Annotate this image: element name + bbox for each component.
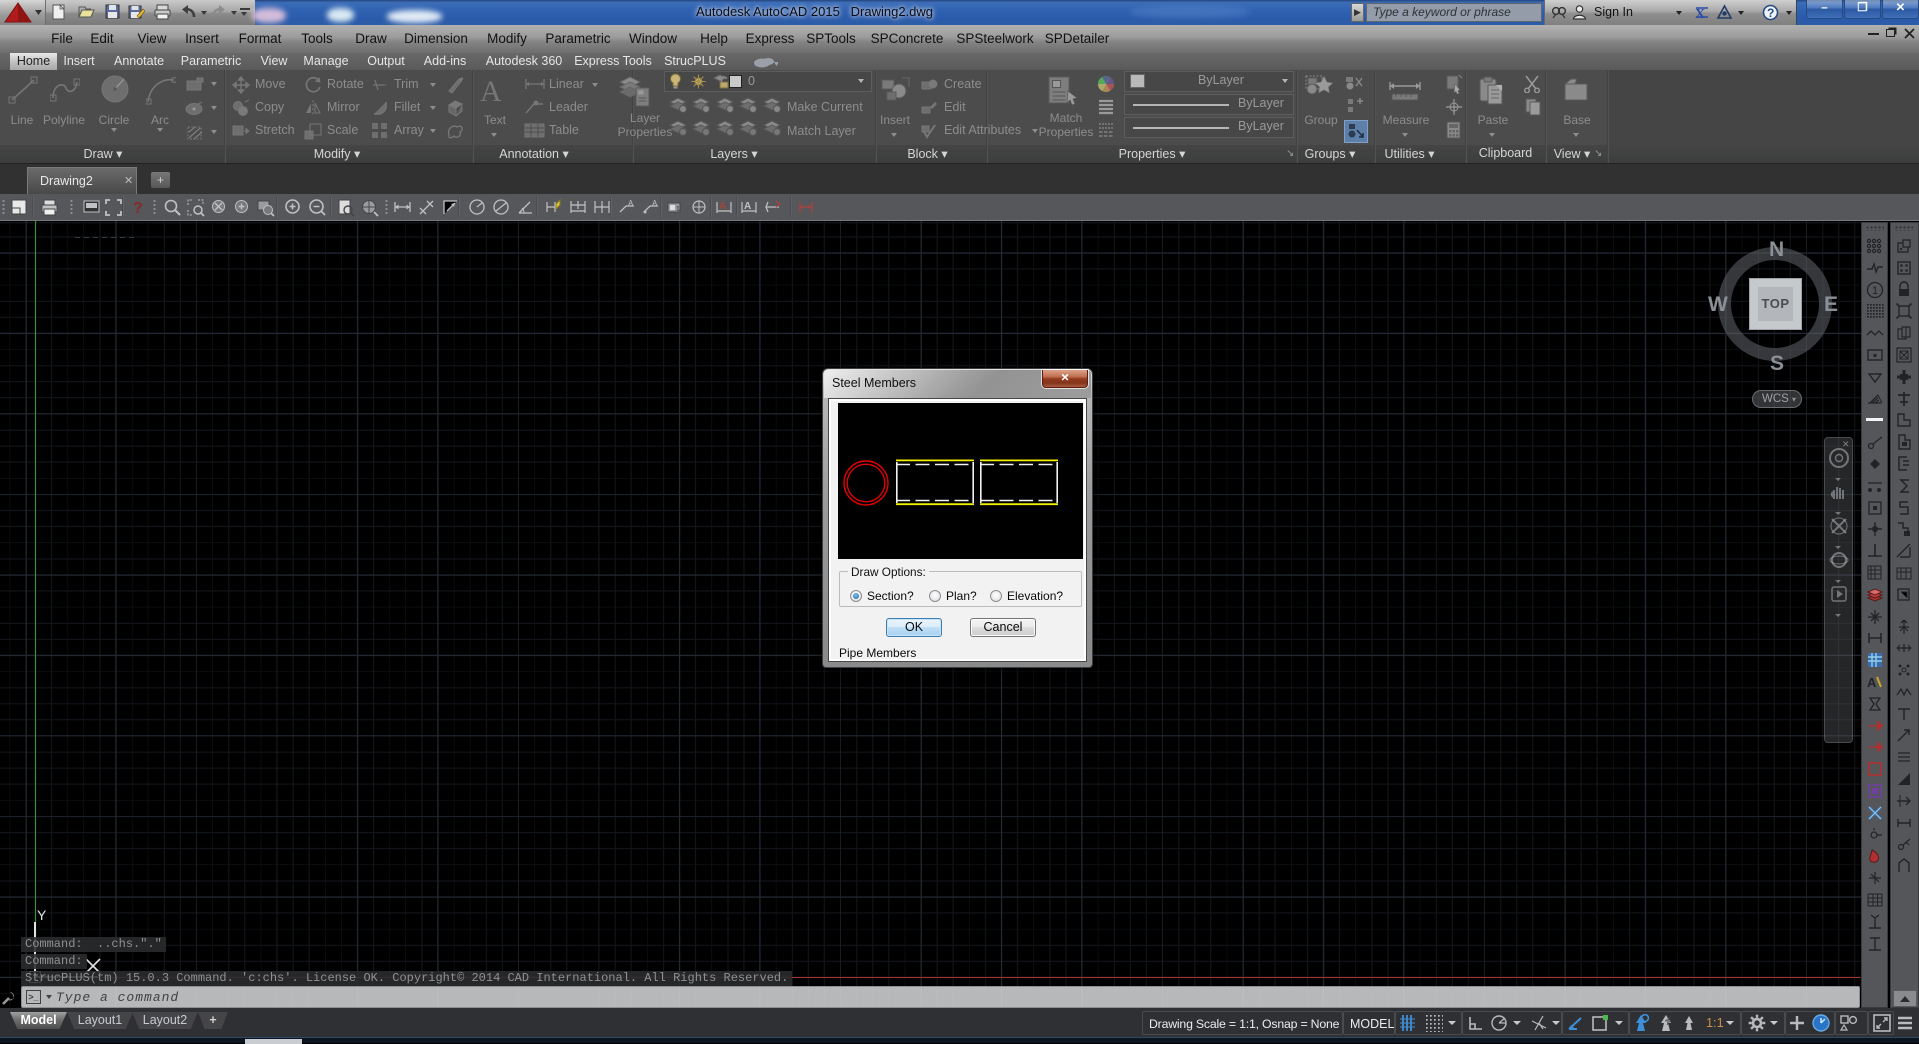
svg-text:A: A — [719, 201, 726, 212]
svg-text:A: A — [480, 75, 502, 106]
svg-text:1: 1 — [676, 206, 680, 213]
svg-text:A: A — [628, 199, 634, 208]
svg-text:A: A — [652, 199, 658, 208]
svg-text:1: 1 — [1872, 285, 1878, 297]
svg-text:?: ? — [1767, 6, 1774, 20]
svg-text:A: A — [744, 201, 751, 212]
svg-text:?: ? — [133, 200, 143, 217]
svg-text:X: X — [1695, 7, 1705, 20]
svg-text:A: A — [1867, 675, 1877, 690]
